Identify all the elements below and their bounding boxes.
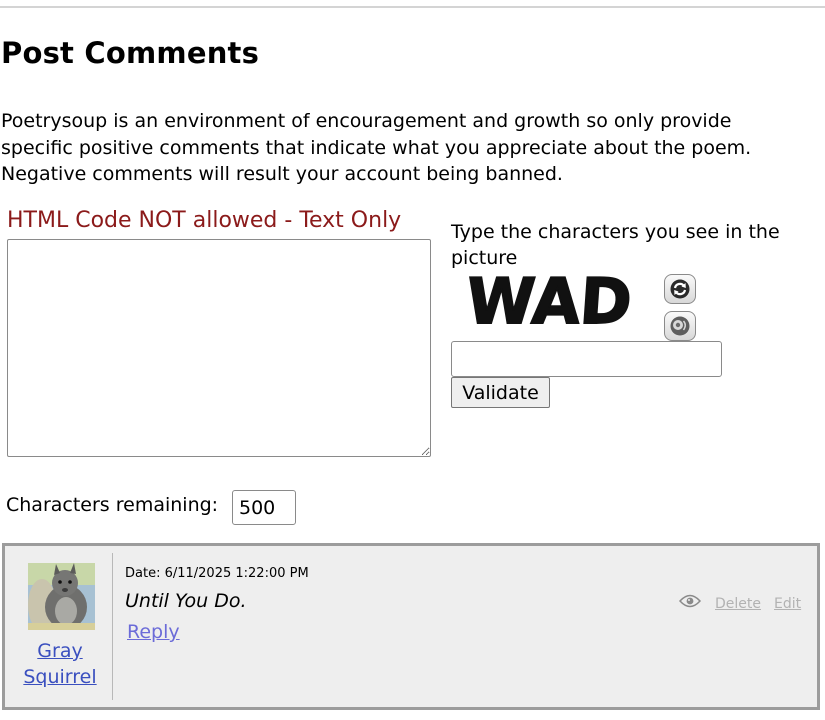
captcha-audio-button[interactable]: [664, 311, 696, 341]
captcha-image: WAD: [467, 268, 635, 338]
comment-textarea[interactable]: [7, 239, 431, 457]
eye-icon[interactable]: [679, 594, 701, 608]
avatar[interactable]: [28, 563, 95, 630]
intro-text: Poetrysoup is an environment of encourag…: [1, 110, 752, 185]
html-code-note: HTML Code NOT allowed - Text Only: [7, 208, 402, 233]
captcha-input[interactable]: [451, 341, 722, 377]
card-divider: [112, 553, 113, 700]
comment-card: Gray Squirrel Date: 6/11/2025 1:22:00 PM…: [2, 543, 820, 710]
comment-text: Until You Do.: [125, 590, 247, 612]
captcha-text: WAD: [467, 268, 634, 338]
author-link[interactable]: Gray Squirrel: [14, 638, 106, 690]
comment-date: Date: 6/11/2025 1:22:00 PM: [125, 566, 309, 581]
reply-link[interactable]: Reply: [127, 621, 180, 643]
squirrel-avatar-image: [28, 563, 95, 630]
refresh-icon: [670, 279, 690, 299]
captcha-label: Type the characters you see in the pictu…: [451, 221, 780, 269]
edit-link[interactable]: Edit: [774, 596, 801, 612]
captcha-refresh-button[interactable]: [664, 274, 696, 304]
delete-link[interactable]: Delete: [715, 596, 761, 612]
speaker-icon: [670, 316, 690, 336]
chars-remaining-field: [232, 490, 296, 525]
validate-button[interactable]: Validate: [451, 377, 550, 408]
chars-remaining-label: Characters remaining:: [6, 494, 219, 516]
page-title: Post Comments: [1, 36, 260, 70]
top-divider: [0, 6, 825, 8]
